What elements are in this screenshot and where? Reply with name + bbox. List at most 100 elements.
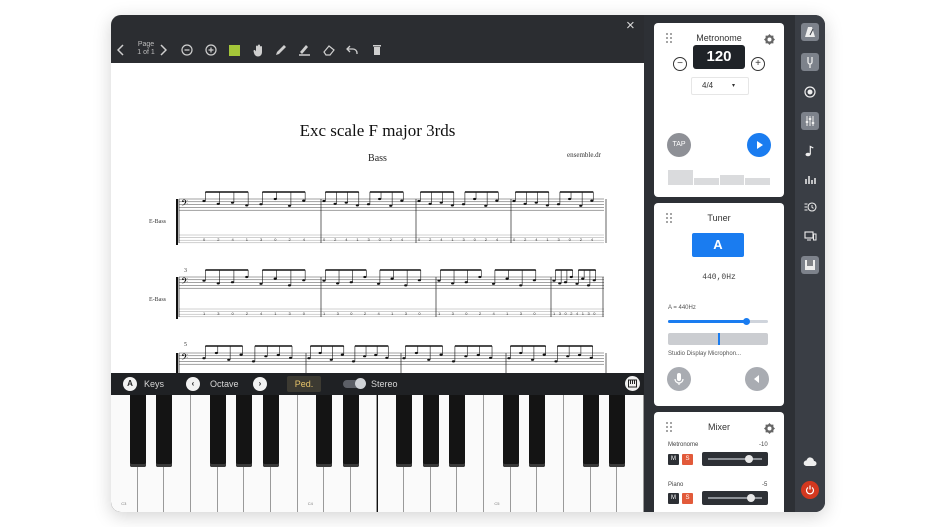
keyboard-icon[interactable] (625, 376, 640, 391)
bars-icon[interactable] (801, 170, 819, 188)
gear-icon[interactable] (764, 32, 775, 45)
piano-keyboard[interactable]: C3 C4 C5 (111, 395, 644, 512)
mixer-icon[interactable] (801, 112, 819, 130)
tool-sidebar (795, 15, 825, 512)
piano-black-key[interactable] (449, 395, 466, 467)
solo-button[interactable]: S (682, 493, 693, 504)
piano-black-key[interactable] (316, 395, 333, 467)
keys-label: Keys (144, 379, 165, 389)
close-icon[interactable]: × (626, 17, 635, 35)
reference-pitch-slider[interactable] (668, 318, 768, 325)
play-back-icon (754, 375, 759, 383)
channel-db: -5 (762, 482, 768, 488)
slider-knob[interactable] (743, 318, 750, 325)
zoom-in-icon[interactable] (203, 37, 219, 63)
key-label: C4 (307, 501, 313, 506)
channel-db: -10 (759, 442, 768, 448)
pedal-button[interactable]: Ped. (287, 376, 321, 392)
piano-black-key[interactable] (529, 395, 546, 467)
bpm-display[interactable]: 120 (693, 45, 745, 69)
record-icon[interactable] (801, 83, 819, 101)
editor-toolbar: Page 1 of 1 (111, 37, 644, 63)
octave-up-button[interactable]: › (253, 377, 267, 391)
input-level-marker (718, 333, 720, 345)
slider-knob[interactable] (744, 455, 753, 463)
tap-tempo-button[interactable]: TAP (667, 133, 691, 157)
piano-black-key[interactable] (582, 395, 599, 467)
mute-button[interactable]: M (668, 454, 679, 465)
keys-button[interactable]: A (123, 377, 137, 391)
octave-label: Octave (210, 379, 239, 389)
highlighter-icon[interactable] (297, 37, 311, 63)
chevron-left-icon[interactable] (114, 37, 128, 63)
beat-bar[interactable] (668, 169, 693, 185)
piano-black-key[interactable] (609, 395, 626, 467)
zoom-out-icon[interactable] (179, 37, 195, 63)
slider-track (708, 458, 762, 460)
pen-icon[interactable] (274, 37, 288, 63)
piano-black-key[interactable] (236, 395, 253, 467)
trash-icon[interactable] (370, 37, 384, 63)
mute-button[interactable]: M (668, 493, 679, 504)
sheet-music-page[interactable]: Exc scale F major 3rds Bass ensemble.dr … (111, 63, 644, 373)
cloud-icon[interactable] (801, 453, 819, 471)
channel-name: Metronome (668, 442, 699, 448)
score-editor: × Page 1 of 1 Exc scale F major 3rds Bas… (111, 15, 644, 512)
devices-icon[interactable] (801, 227, 819, 245)
stereo-toggle[interactable] (343, 378, 366, 389)
octave-down-button[interactable]: ‹ (186, 377, 200, 391)
time-signature-select[interactable]: 4/4 ▾ (691, 77, 749, 95)
hand-icon[interactable] (251, 37, 265, 63)
reference-pitch-label: A = 440Hz (668, 305, 696, 311)
tuner-frequency: 440,0Hz (702, 273, 736, 282)
bass-clef: 𝄢 (181, 276, 188, 289)
bpm-decrease-button[interactable]: − (673, 57, 687, 71)
piano-black-key[interactable] (209, 395, 226, 467)
metronome-icon[interactable] (801, 23, 819, 41)
beat-bar[interactable] (719, 175, 745, 185)
toggle-knob (355, 378, 366, 389)
volume-slider[interactable] (702, 452, 768, 466)
piano-black-key[interactable] (422, 395, 439, 467)
tuning-fork-icon[interactable] (801, 53, 819, 71)
piano-icon[interactable] (801, 256, 819, 274)
note-icon[interactable] (801, 142, 819, 160)
gear-icon[interactable] (764, 421, 775, 434)
channel-name: Piano (668, 482, 684, 488)
piano-black-key[interactable] (502, 395, 519, 467)
input-device-label[interactable]: Studio Display Microphon... (668, 351, 741, 357)
time-signature-value: 4/4 (702, 81, 714, 90)
chevron-right-icon[interactable] (156, 37, 170, 63)
solo-button[interactable]: S (682, 454, 693, 465)
microphone-button[interactable] (667, 367, 691, 391)
bass-clef: 𝄢 (181, 352, 188, 365)
mixer-panel: Mixer Metronome -10 M S Piano -5 M S (654, 412, 784, 512)
bpm-increase-button[interactable]: + (751, 57, 765, 71)
color-swatch-icon[interactable] (227, 37, 241, 63)
beat-bar[interactable] (745, 178, 770, 185)
power-icon[interactable] (801, 481, 819, 499)
slider-knob[interactable] (747, 494, 756, 502)
piano-black-key[interactable] (342, 395, 359, 467)
stereo-label: Stereo (371, 379, 398, 389)
piano-black-key[interactable] (156, 395, 173, 467)
beat-bar[interactable] (693, 178, 719, 185)
undo-icon[interactable] (345, 37, 359, 63)
play-button[interactable] (747, 133, 771, 157)
tuner-note-display: A (692, 233, 744, 257)
microphone-icon (674, 373, 684, 385)
volume-slider[interactable] (702, 491, 768, 505)
tuner-title: Tuner (707, 213, 731, 223)
piano-controls: A Keys ‹ Octave › Ped. Stereo (111, 373, 644, 395)
key-label: C3 (121, 501, 127, 506)
piano-black-key[interactable] (129, 395, 146, 467)
key-label: C5 (494, 501, 500, 506)
piano-black-key[interactable] (396, 395, 413, 467)
staff-systems: 𝄢0 2 4 1 3 0 2 4 0 2 4 1 3 0 2 4 0 2 4 1 3 0 2 4 0 2 4 1 3 0 2 4𝄢1 3 0 2 4 1… (176, 191, 607, 373)
tuner-panel: Tuner A 440,0Hz A = 440Hz Studio Display… (654, 203, 784, 406)
eraser-icon[interactable] (322, 37, 336, 63)
reference-tone-button[interactable] (745, 367, 769, 391)
history-icon[interactable] (801, 198, 819, 216)
piano-black-key[interactable] (262, 395, 279, 467)
bass-clef: 𝄢 (181, 198, 188, 211)
